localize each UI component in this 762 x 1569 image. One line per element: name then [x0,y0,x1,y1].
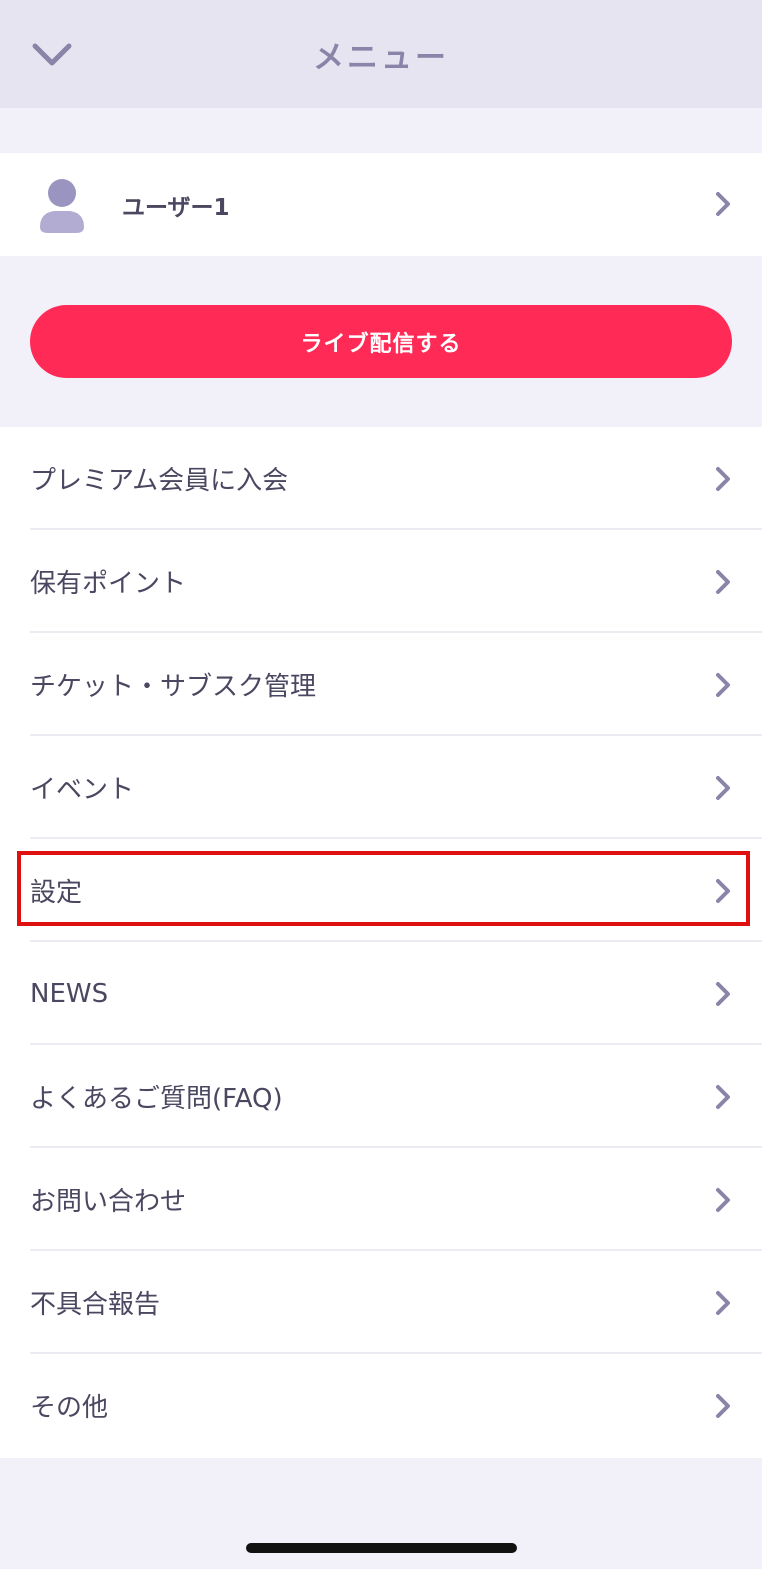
chevron-right-icon [714,877,732,905]
page-title: メニュー [313,39,449,76]
menu-list: プレミアム会員に入会 保有ポイント チケット・サブスク管理 イベント 設定 NE… [0,427,762,1458]
home-indicator[interactable] [246,1543,517,1553]
menu-item-label: チケット・サブスク管理 [30,672,317,702]
chevron-right-icon [714,1392,732,1420]
menu-item-label: プレミアム会員に入会 [30,466,289,496]
menu-item-label: 不具合報告 [30,1290,161,1320]
menu-item-tickets[interactable]: チケット・サブスク管理 [0,633,762,736]
start-live-button[interactable]: ライブ配信する [30,305,732,378]
chevron-right-icon [714,774,732,802]
chevron-right-icon [714,1083,732,1111]
menu-item-label: 設定 [30,878,83,908]
user-profile-row[interactable]: ユーザー1 [0,153,762,256]
chevron-right-icon [714,980,732,1008]
menu-screen: メニュー ユーザー1 ライブ配信する プレミアム会員に入会 保有ポイント チケッ… [0,0,762,1569]
user-name: ユーザー1 [122,194,230,221]
menu-item-other[interactable]: その他 [0,1354,762,1457]
menu-item-points[interactable]: 保有ポイント [0,530,762,633]
menu-item-label: お問い合わせ [30,1187,187,1217]
menu-item-settings[interactable]: 設定 [0,839,762,942]
chevron-right-icon [714,671,732,699]
menu-item-label: NEWS [30,978,109,1009]
menu-item-news[interactable]: NEWS [0,942,762,1045]
menu-item-premium[interactable]: プレミアム会員に入会 [0,427,762,530]
menu-item-bug-report[interactable]: 不具合報告 [0,1251,762,1354]
menu-item-events[interactable]: イベント [0,736,762,839]
menu-item-label: よくあるご質問(FAQ) [30,1084,283,1114]
menu-item-contact[interactable]: お問い合わせ [0,1148,762,1251]
header-bar: メニュー [0,0,762,108]
live-button-area: ライブ配信する [0,256,762,427]
chevron-right-icon [714,1289,732,1317]
chevron-right-icon [714,568,732,596]
chevron-right-icon [714,190,732,218]
user-avatar-icon [36,177,88,235]
menu-item-label: イベント [30,775,135,805]
chevron-right-icon [714,1186,732,1214]
menu-item-label: 保有ポイント [30,569,187,599]
menu-item-label: その他 [30,1393,109,1423]
chevron-right-icon [714,465,732,493]
menu-item-faq[interactable]: よくあるご質問(FAQ) [0,1045,762,1148]
